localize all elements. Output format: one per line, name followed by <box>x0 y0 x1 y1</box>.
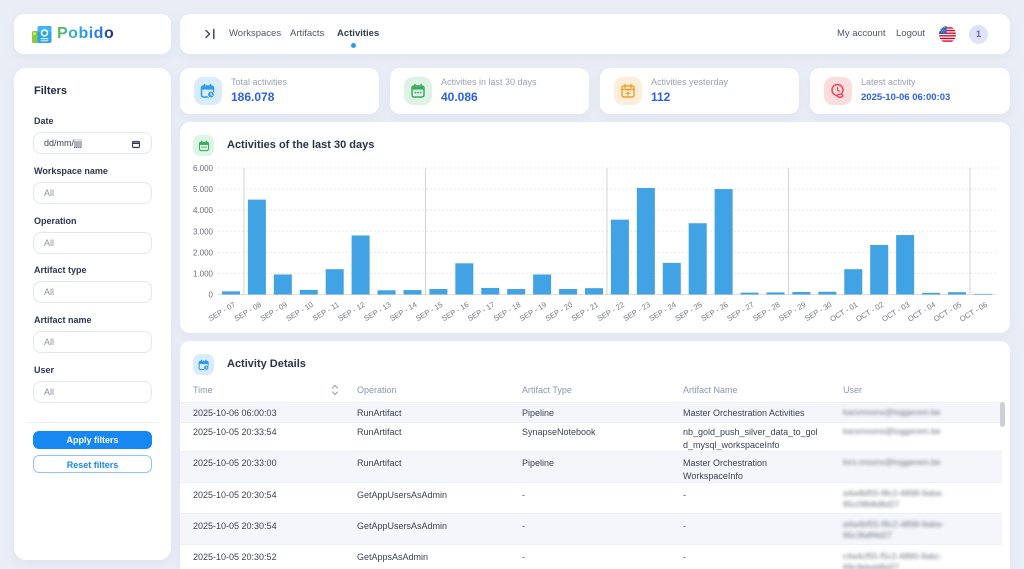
svg-text:SEP - 14: SEP - 14 <box>388 300 418 323</box>
svg-text:SEP - 26: SEP - 26 <box>699 300 729 323</box>
svg-text:SEP - 16: SEP - 16 <box>440 300 470 323</box>
svg-text:SEP - 27: SEP - 27 <box>725 300 755 323</box>
svg-text:SEP - 22: SEP - 22 <box>596 300 626 323</box>
svg-text:4.000: 4.000 <box>193 206 214 215</box>
svg-text:SEP - 25: SEP - 25 <box>673 300 703 323</box>
svg-text:6.000: 6.000 <box>193 164 214 173</box>
svg-text:OCT - 01: OCT - 01 <box>828 300 859 324</box>
svg-text:1.000: 1.000 <box>193 269 214 278</box>
svg-text:SEP - 24: SEP - 24 <box>648 300 678 323</box>
svg-text:SEP - 09: SEP - 09 <box>259 300 289 323</box>
svg-text:SEP - 17: SEP - 17 <box>466 300 496 323</box>
svg-text:SEP - 12: SEP - 12 <box>336 300 366 323</box>
svg-text:SEP - 15: SEP - 15 <box>414 300 444 323</box>
svg-text:SEP - 08: SEP - 08 <box>233 300 263 323</box>
svg-text:5.000: 5.000 <box>193 185 214 194</box>
svg-text:OCT - 06: OCT - 06 <box>958 300 989 324</box>
svg-text:SEP - 28: SEP - 28 <box>751 300 781 323</box>
svg-text:SEP - 29: SEP - 29 <box>777 300 807 323</box>
svg-text:SEP - 07: SEP - 07 <box>207 300 237 323</box>
svg-text:2.000: 2.000 <box>193 248 214 257</box>
svg-text:SEP - 21: SEP - 21 <box>570 300 600 323</box>
svg-text:SEP - 19: SEP - 19 <box>518 300 548 323</box>
svg-text:SEP - 23: SEP - 23 <box>622 300 652 323</box>
svg-text:3.000: 3.000 <box>193 227 214 236</box>
svg-text:SEP - 13: SEP - 13 <box>362 300 392 323</box>
svg-text:OCT - 03: OCT - 03 <box>880 300 911 324</box>
svg-text:SEP - 18: SEP - 18 <box>492 300 522 323</box>
svg-text:OCT - 05: OCT - 05 <box>932 300 963 324</box>
svg-text:0: 0 <box>209 291 214 300</box>
svg-text:SEP - 20: SEP - 20 <box>544 300 574 323</box>
svg-text:SEP - 11: SEP - 11 <box>311 300 341 323</box>
svg-text:SEP - 30: SEP - 30 <box>803 300 833 323</box>
svg-text:SEP - 10: SEP - 10 <box>285 300 315 323</box>
svg-text:OCT - 04: OCT - 04 <box>906 300 937 324</box>
svg-text:OCT - 02: OCT - 02 <box>854 300 885 324</box>
